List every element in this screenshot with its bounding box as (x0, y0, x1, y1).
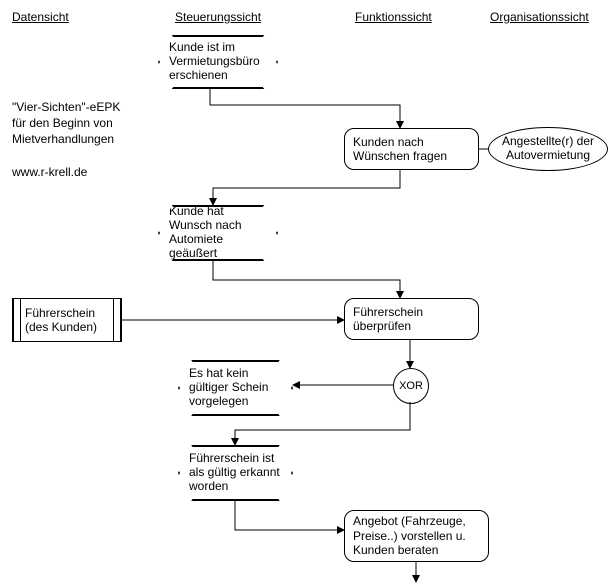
event-customer-arrived: Kunde ist im Vermietungsbüro erschienen (158, 35, 278, 89)
event-label: Führerschein ist als gültig erkannt word… (183, 452, 288, 493)
caption-url: www.r-krell.de (12, 165, 87, 181)
col-header-org: Organisationssicht (490, 10, 589, 24)
data-label: Führerschein (des Kunden) (25, 306, 109, 335)
function-check-license: Führerschein überprüfen (344, 298, 479, 340)
caption-line-2: für den Beginn von (12, 116, 113, 132)
org-employee: Angestellte(r) der Autovermietung (488, 127, 608, 171)
col-header-control: Steuerungssicht (175, 10, 261, 24)
event-label: Kunde ist im Vermietungsbüro erschienen (163, 41, 273, 82)
data-drivers-license: Führerschein (des Kunden) (12, 298, 122, 342)
function-offer-and-advise: Angebot (Fahrzeuge, Preise..) vorstellen… (344, 510, 489, 562)
col-header-data: Datensicht (12, 10, 69, 24)
org-label: Angestellte(r) der Autovermietung (495, 135, 601, 163)
function-label: Angebot (Fahrzeuge, Preise..) vorstellen… (353, 514, 480, 557)
caption-line-1: "Vier-Sichten"-eEPK (12, 100, 120, 116)
function-label: Kunden nach Wünschen fragen (353, 135, 470, 164)
function-ask-wishes: Kunden nach Wünschen fragen (344, 128, 479, 170)
event-license-valid: Führerschein ist als gültig erkannt word… (178, 445, 293, 501)
flow-arrows (0, 0, 614, 585)
event-label: Es hat kein gültiger Schein vorgelegen (183, 367, 288, 408)
connector-label: XOR (399, 380, 423, 392)
event-label: Kunde hat Wunsch nach Automiete geäußert (163, 205, 273, 260)
col-header-function: Funktionssicht (355, 10, 432, 24)
event-wish-expressed: Kunde hat Wunsch nach Automiete geäußert (158, 205, 278, 261)
connector-xor: XOR (393, 368, 429, 404)
event-no-valid-license: Es hat kein gültiger Schein vorgelegen (178, 360, 293, 416)
caption-line-3: Mietverhandlungen (12, 132, 114, 148)
function-label: Führerschein überprüfen (353, 305, 470, 334)
